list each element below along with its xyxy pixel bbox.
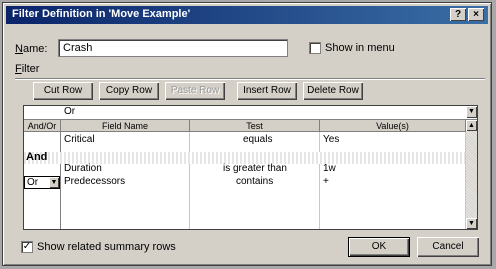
show-in-menu-label: Show in menu	[325, 42, 395, 54]
table-cell[interactable]: And	[26, 151, 47, 163]
table-cell[interactable]: equals	[243, 134, 272, 145]
chevron-down-icon[interactable]: ▼	[466, 106, 477, 118]
show-summary-rows-label: Show related summary rows	[37, 241, 176, 253]
table-cell[interactable]: Critical	[64, 134, 95, 145]
table-cell[interactable]: +	[323, 176, 329, 187]
name-input[interactable]: Crash	[58, 39, 288, 57]
help-button[interactable]: ?	[450, 8, 466, 21]
column-header-and-or[interactable]: And/Or	[24, 120, 61, 132]
window-title: Filter Definition in 'Move Example'	[12, 8, 191, 20]
column-header-values[interactable]: Value(s)	[320, 120, 466, 132]
table-cell[interactable]: is greater than	[223, 163, 287, 174]
and-or-dropdown-value: Or	[27, 177, 39, 188]
column-header-test[interactable]: Test	[190, 120, 320, 132]
column-header-field-name[interactable]: Field Name	[61, 120, 190, 132]
paste-row-button[interactable]: Paste Row	[165, 82, 225, 100]
chevron-down-icon[interactable]: ▼	[49, 177, 59, 188]
scroll-up-icon[interactable]: ▲	[466, 120, 477, 131]
cell-edit-box[interactable]: Or ▼	[24, 106, 477, 120]
table-cell[interactable]: Predecessors	[64, 176, 125, 187]
values-column	[320, 132, 466, 229]
name-label: Name:	[15, 43, 48, 55]
table-cell[interactable]: contains	[236, 176, 273, 187]
filter-criteria-table: Or ▼ And/Or Field Name Test Value(s) Cri…	[23, 105, 478, 230]
show-summary-rows-checkbox[interactable]: ✓	[21, 241, 33, 253]
and-or-dropdown[interactable]: Or ▼	[24, 176, 60, 189]
filter-definition-dialog: Filter Definition in 'Move Example' ? × …	[2, 2, 492, 266]
insert-row-button[interactable]: Insert Row	[237, 82, 297, 100]
cell-edit-value: Or	[64, 106, 76, 117]
cut-row-button[interactable]: Cut Row	[33, 82, 93, 100]
filter-section-label: Filter	[15, 63, 40, 75]
delete-row-button[interactable]: Delete Row	[303, 82, 363, 100]
close-button[interactable]: ×	[468, 8, 484, 21]
vertical-scrollbar[interactable]: ▲ ▼	[466, 120, 477, 229]
scroll-down-icon[interactable]: ▼	[466, 218, 477, 229]
title-bar: Filter Definition in 'Move Example' ? ×	[6, 6, 488, 24]
table-cell[interactable]: Yes	[323, 134, 339, 145]
ok-button[interactable]: OK	[348, 237, 410, 257]
table-cell[interactable]: Duration	[64, 163, 102, 174]
filter-divider	[15, 78, 485, 80]
table-cell[interactable]: 1w	[323, 163, 336, 174]
show-in-menu-checkbox[interactable]	[309, 42, 321, 54]
copy-row-button[interactable]: Copy Row	[99, 82, 159, 100]
cancel-button[interactable]: Cancel	[417, 237, 479, 257]
